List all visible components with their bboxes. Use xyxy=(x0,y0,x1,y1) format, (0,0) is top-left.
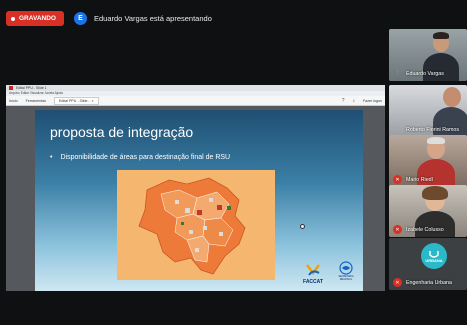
document-tab: Edital PPU - Slide... × xyxy=(53,96,99,105)
faccat-logo: FACCAT xyxy=(299,263,327,285)
help-icon: ? xyxy=(341,97,345,104)
participant-tile[interactable]: URBANA ✕ Engenharia Urbana xyxy=(389,238,467,290)
slide-title: proposta de integração xyxy=(50,124,194,140)
pdf-app-icon xyxy=(9,86,13,90)
presentation-slide: proposta de integração • Disponibilidade… xyxy=(35,110,363,291)
video-call-window: GRAVANDO E Eduardo Vargas está apresenta… xyxy=(0,0,467,325)
region-map-drawing xyxy=(117,170,275,280)
secretaria-logo-text: SECRETARIA REGIONAL xyxy=(338,275,354,281)
toolbar-item-tools: Ferramentas xyxy=(25,98,46,103)
participant-name: Engenharia Urbana xyxy=(406,280,452,286)
toolbar-item-home: Início xyxy=(9,98,18,103)
urbana-logo: URBANA xyxy=(421,243,447,269)
bell-icon: ♪ xyxy=(352,97,356,104)
participant-tile[interactable]: ⫶ Eduardo Vargas xyxy=(389,29,467,81)
login-link: Fazer logon xyxy=(363,98,382,103)
urbana-logo-mark xyxy=(429,250,439,258)
recording-badge[interactable]: GRAVANDO xyxy=(6,11,64,26)
faccat-logo-mark xyxy=(306,264,320,276)
participant-name: Mario Riedl xyxy=(406,177,433,183)
participant-tile[interactable]: ✕ Mario Riedl xyxy=(389,135,467,187)
participant-name: Izabele Colusso xyxy=(406,227,444,233)
presenter-status: Eduardo Vargas está apresentando xyxy=(94,14,212,23)
secretaria-logo-mark xyxy=(339,261,353,275)
document-viewer: proposta de integração • Disponibilidade… xyxy=(6,106,385,291)
faccat-logo-text: FACCAT xyxy=(303,279,323,285)
participant-tile[interactable]: ✕ Izabele Colusso xyxy=(389,185,467,237)
mouse-cursor-icon xyxy=(300,224,305,229)
shared-window-toolbar: Início Ferramentas Edital PPU - Slide...… xyxy=(6,96,385,106)
slide-bullet-text: Disponibilidade de áreas para destinação… xyxy=(60,154,231,161)
region-map xyxy=(117,170,275,280)
urbana-logo-text: URBANA xyxy=(425,257,443,263)
secretaria-logo: SECRETARIA REGIONAL xyxy=(333,261,359,287)
mic-off-icon: ✕ xyxy=(393,278,402,287)
mic-off-icon: ✕ xyxy=(393,175,402,184)
speaking-icon: ⫶ xyxy=(396,70,399,76)
recording-label: GRAVANDO xyxy=(19,15,56,22)
participant-tile[interactable]: Roberto Fiorini Ramos xyxy=(389,85,467,137)
mic-off-icon: ✕ xyxy=(393,225,402,234)
shared-screen: Edital PPU - Slide 1 Arquivo Editar Visu… xyxy=(6,85,385,291)
participant-name: Eduardo Vargas xyxy=(406,71,444,77)
recording-dot-icon xyxy=(11,16,15,21)
participant-name: Roberto Fiorini Ramos xyxy=(406,127,459,133)
bullet-icon: • xyxy=(50,154,53,161)
presenter-avatar: E xyxy=(74,12,87,25)
slide-bullet: • Disponibilidade de áreas para destinaç… xyxy=(50,154,230,161)
